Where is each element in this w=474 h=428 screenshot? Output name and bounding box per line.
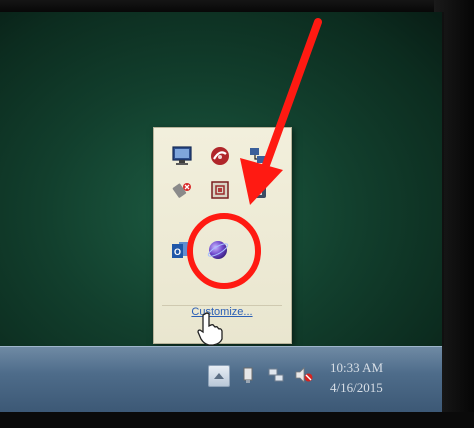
red-app-icon[interactable] — [206, 142, 234, 170]
purple-globe-icon[interactable] — [204, 236, 232, 264]
muted-speaker-icon[interactable] — [294, 365, 314, 385]
power-plug-icon[interactable] — [238, 365, 258, 385]
lock-icon[interactable] — [244, 176, 272, 204]
clock-time[interactable]: 10:33 AM — [330, 360, 410, 376]
outlook-icon[interactable]: O — [168, 236, 196, 264]
show-hidden-icons-arrow-icon[interactable] — [208, 365, 230, 387]
monitor-bezel-bottom — [0, 412, 474, 428]
shield-icon[interactable] — [206, 176, 234, 204]
svg-text:O: O — [174, 247, 181, 257]
display-icon[interactable] — [168, 142, 196, 170]
network-icon[interactable] — [244, 142, 272, 170]
network-icon[interactable] — [266, 365, 286, 385]
hand-cursor-icon — [197, 312, 223, 346]
clock-date[interactable]: 4/16/2015 — [330, 380, 410, 396]
usb-eject-icon[interactable] — [168, 176, 196, 204]
